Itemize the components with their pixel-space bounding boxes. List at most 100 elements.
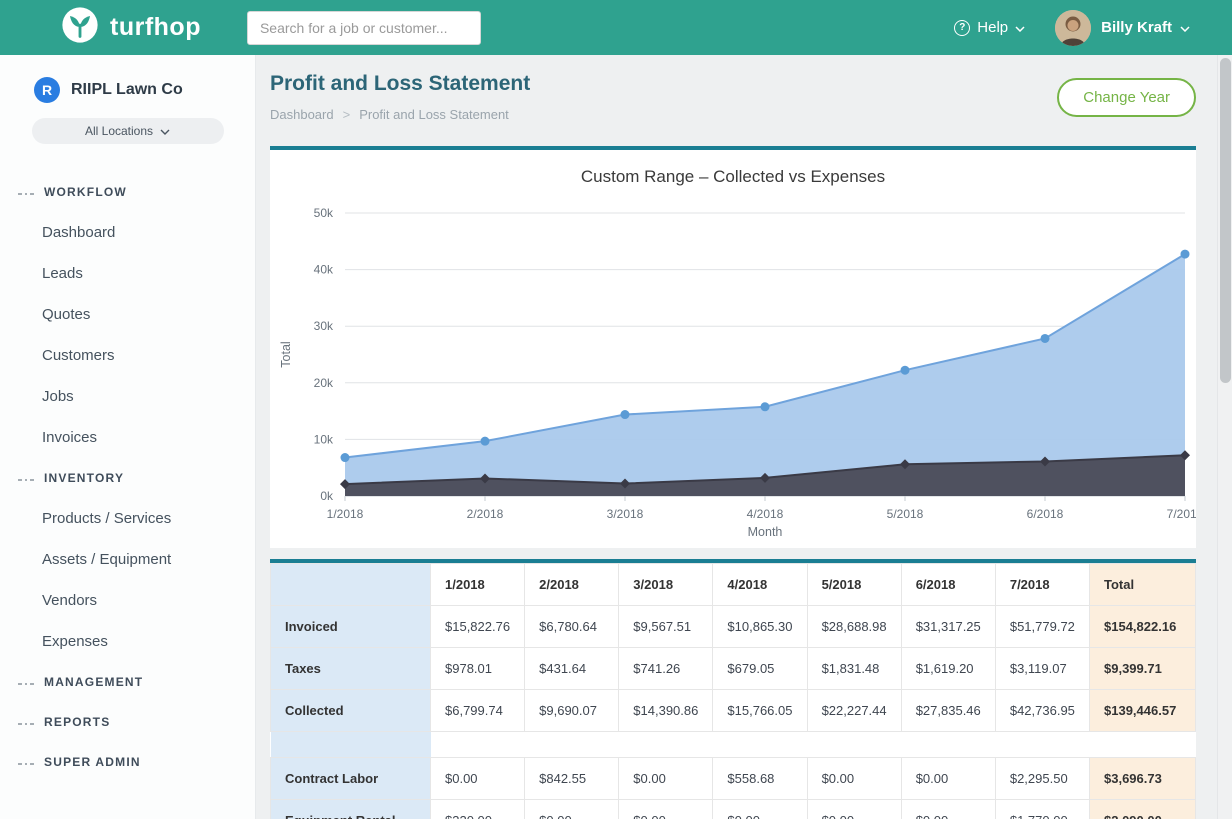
pnl-table: 1/20182/20183/20184/20185/20186/20187/20… (270, 563, 1196, 819)
pnl-chart-card: Custom Range – Collected vs Expenses 0k1… (270, 146, 1196, 548)
sidebar-section-reports[interactable]: REPORTS (0, 702, 255, 742)
user-name[interactable]: Billy Kraft (1101, 19, 1172, 36)
sidebar-section-inventory[interactable]: INVENTORY (0, 458, 255, 498)
total-cell: $3,696.73 (1090, 758, 1196, 800)
breadcrumb-separator: > (343, 107, 351, 122)
turfhop-logo-icon (60, 5, 100, 50)
user-avatar[interactable] (1055, 10, 1091, 46)
breadcrumb-dashboard[interactable]: Dashboard (270, 107, 334, 122)
sidebar-item-vendors[interactable]: Vendors (0, 580, 255, 621)
page-scrollbar-track[interactable] (1217, 55, 1232, 819)
value-cell: $431.64 (525, 648, 619, 690)
value-cell: $10,865.30 (713, 606, 807, 648)
locations-label: All Locations (85, 124, 153, 138)
spacer-cell (431, 732, 525, 758)
row-label-header (271, 564, 431, 606)
value-cell: $9,690.07 (525, 690, 619, 732)
table-row: Equipment Rental$320.00$0.00$0.00$0.00$0… (271, 800, 1196, 819)
value-cell: $0.00 (901, 800, 995, 819)
company-logo-icon: R (34, 77, 60, 103)
sidebar-section-super-admin[interactable]: SUPER ADMIN (0, 742, 255, 782)
total-cell: $2,090.00 (1090, 800, 1196, 819)
section-collapse-icon (18, 755, 34, 769)
sidebar-section-management[interactable]: MANAGEMENT (0, 662, 255, 702)
column-header: 2/2018 (525, 564, 619, 606)
search-input[interactable] (247, 11, 481, 45)
value-cell: $842.55 (525, 758, 619, 800)
svg-text:20k: 20k (314, 376, 334, 390)
column-header: 6/2018 (901, 564, 995, 606)
value-cell: $320.00 (431, 800, 525, 819)
chart-title: Custom Range – Collected vs Expenses (270, 150, 1196, 200)
table-row: Contract Labor$0.00$842.55$0.00$558.68$0… (271, 758, 1196, 800)
svg-text:3/2018: 3/2018 (607, 507, 644, 521)
help-menu[interactable]: ? Help (954, 19, 1025, 36)
section-collapse-icon (18, 675, 34, 689)
sidebar-item-expenses[interactable]: Expenses (0, 621, 255, 662)
value-cell: $42,736.95 (995, 690, 1089, 732)
help-label: Help (977, 19, 1008, 36)
spacer-cell (807, 732, 901, 758)
pnl-area-chart: 0k10k20k30k40k50k1/20182/20183/20184/201… (270, 200, 1196, 548)
column-header: 7/2018 (995, 564, 1089, 606)
change-year-button[interactable]: Change Year (1057, 78, 1196, 117)
chevron-down-icon (160, 124, 170, 138)
sidebar-item-dashboard[interactable]: Dashboard (0, 212, 255, 253)
value-cell: $51,779.72 (995, 606, 1089, 648)
row-label: Collected (271, 690, 431, 732)
total-cell: $139,446.57 (1090, 690, 1196, 732)
table-header-row: 1/20182/20183/20184/20185/20186/20187/20… (271, 564, 1196, 606)
page-title: Profit and Loss Statement (270, 72, 530, 96)
brand-logo[interactable]: turfhop (0, 5, 201, 50)
svg-text:7/2018: 7/2018 (1167, 507, 1196, 521)
svg-text:50k: 50k (314, 206, 334, 220)
value-cell: $0.00 (901, 758, 995, 800)
column-header: Total (1090, 564, 1196, 606)
sidebar-item-leads[interactable]: Leads (0, 253, 255, 294)
sidebar-section-label: INVENTORY (44, 471, 124, 485)
table-row: Invoiced$15,822.76$6,780.64$9,567.51$10,… (271, 606, 1196, 648)
chevron-down-icon[interactable] (1180, 19, 1190, 37)
svg-text:5/2018: 5/2018 (887, 507, 924, 521)
svg-text:Total: Total (279, 341, 293, 367)
svg-text:2/2018: 2/2018 (467, 507, 504, 521)
value-cell: $0.00 (807, 758, 901, 800)
value-cell: $0.00 (525, 800, 619, 819)
sidebar-item-assets-equipment[interactable]: Assets / Equipment (0, 539, 255, 580)
sidebar-item-jobs[interactable]: Jobs (0, 376, 255, 417)
sidebar-section-label: MANAGEMENT (44, 675, 143, 689)
row-label: Contract Labor (271, 758, 431, 800)
breadcrumb-current: Profit and Loss Statement (359, 107, 509, 122)
row-label: Invoiced (271, 606, 431, 648)
section-collapse-icon (18, 715, 34, 729)
value-cell: $27,835.46 (901, 690, 995, 732)
sidebar-item-invoices[interactable]: Invoices (0, 417, 255, 458)
breadcrumb: Dashboard > Profit and Loss Statement (270, 107, 530, 122)
value-cell: $558.68 (713, 758, 807, 800)
total-cell: $154,822.16 (1090, 606, 1196, 648)
help-icon: ? (954, 20, 970, 36)
chevron-down-icon (1015, 19, 1025, 36)
company-header: R RIIPL Lawn Co (0, 55, 255, 103)
svg-text:6/2018: 6/2018 (1027, 507, 1064, 521)
brand-name: turfhop (110, 13, 201, 42)
sidebar-section-workflow[interactable]: WORKFLOW (0, 172, 255, 212)
spacer-cell (619, 732, 713, 758)
section-collapse-icon (18, 185, 34, 199)
value-cell: $28,688.98 (807, 606, 901, 648)
value-cell: $15,766.05 (713, 690, 807, 732)
value-cell: $6,799.74 (431, 690, 525, 732)
total-cell: $9,399.71 (1090, 648, 1196, 690)
topbar: turfhop ? Help Billy Kraft (0, 0, 1232, 55)
sidebar-item-quotes[interactable]: Quotes (0, 294, 255, 335)
sidebar-section-label: REPORTS (44, 715, 110, 729)
table-row (271, 732, 1196, 758)
value-cell: $9,567.51 (619, 606, 713, 648)
locations-dropdown[interactable]: All Locations (32, 118, 224, 144)
sidebar-item-products-services[interactable]: Products / Services (0, 498, 255, 539)
main-content: Profit and Loss Statement Dashboard > Pr… (256, 55, 1232, 819)
spacer-cell (713, 732, 807, 758)
page-scrollbar-thumb[interactable] (1220, 58, 1231, 383)
spacer-cell (1090, 732, 1196, 758)
sidebar-item-customers[interactable]: Customers (0, 335, 255, 376)
